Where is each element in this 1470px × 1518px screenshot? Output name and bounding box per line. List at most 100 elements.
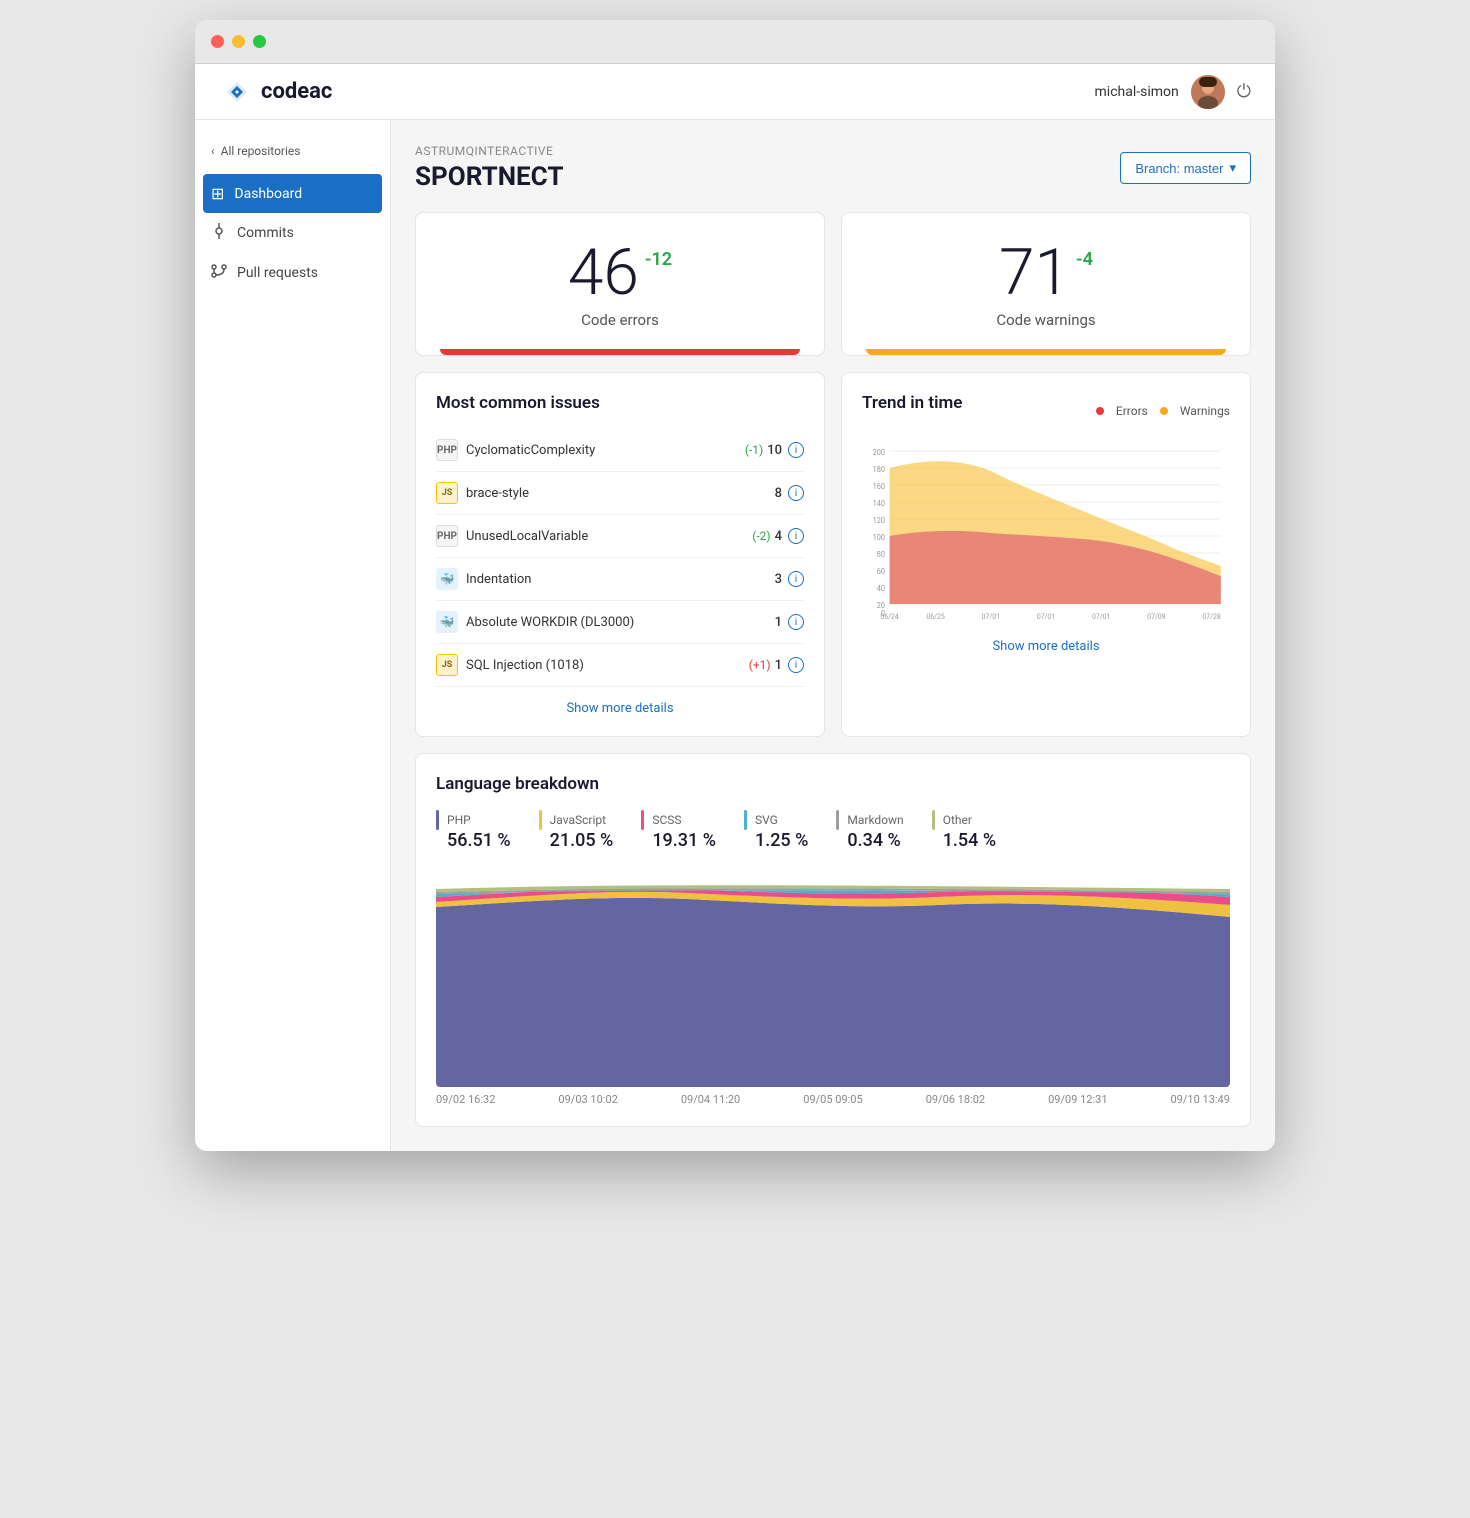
back-label: All repositories — [221, 144, 301, 158]
svg-text:80: 80 — [877, 550, 885, 559]
svg-color-indicator — [744, 810, 747, 830]
warnings-legend-dot — [1160, 407, 1168, 415]
trend-card: Trend in time Errors Warnings — [841, 372, 1251, 737]
username: michal-simon — [1095, 84, 1179, 100]
lang-pct-js: 21.05 % — [550, 830, 614, 851]
errors-number: 46 — [568, 241, 639, 305]
info-icon[interactable]: i — [788, 485, 804, 501]
issue-count: 8 — [775, 486, 782, 501]
issue-delta-pos: (+1) — [749, 658, 771, 672]
svg-text:07/01: 07/01 — [1092, 612, 1110, 621]
repo-info: ASTRUMQINTERACTIVE SPORTNECT — [415, 144, 563, 192]
issue-name: brace-style — [466, 486, 775, 501]
sidebar-item-label-dashboard: Dashboard — [234, 186, 302, 202]
svg-text:07/01: 07/01 — [1037, 612, 1055, 621]
power-button[interactable]: ⏻ — [1237, 81, 1251, 102]
issue-delta: (-2) — [752, 529, 770, 543]
back-link[interactable]: ‹ All repositories — [195, 136, 390, 166]
info-icon[interactable]: i — [788, 528, 804, 544]
main-content: ASTRUMQINTERACTIVE SPORTNECT Branch: mas… — [391, 120, 1275, 1151]
svg-text:180: 180 — [873, 465, 885, 474]
lang-pct-md: 0.34 % — [847, 830, 903, 851]
lang-label-scss: SCSS — [652, 813, 681, 827]
errors-bar — [440, 349, 800, 355]
info-icon[interactable]: i — [788, 614, 804, 630]
issue-delta: (-1) — [745, 443, 763, 457]
warnings-delta: -4 — [1076, 241, 1093, 270]
show-more-issues-link[interactable]: Show more details — [566, 701, 673, 716]
table-row: PHP CyclomaticComplexity (-1) 10 i — [436, 429, 804, 472]
time-label-3: 09/05 09:05 — [803, 1093, 862, 1106]
list-item: PHP 56.51 % — [436, 810, 511, 851]
traffic-lights — [211, 35, 266, 48]
table-row: 🐳 Indentation 3 i — [436, 558, 804, 601]
repo-name: SPORTNECT — [415, 162, 563, 192]
svg-text:200: 200 — [873, 448, 885, 457]
list-item: Other 1.54 % — [932, 810, 996, 851]
php-color-indicator — [436, 810, 439, 830]
show-more-trend: Show more details — [862, 635, 1230, 654]
sidebar-item-label-pull-requests: Pull requests — [237, 265, 318, 281]
issue-name: UnusedLocalVariable — [466, 529, 752, 544]
content-row: Most common issues PHP CyclomaticComplex… — [415, 372, 1251, 737]
lang-pct-php: 56.51 % — [447, 830, 511, 851]
sidebar-item-dashboard[interactable]: ⊞ Dashboard — [203, 174, 382, 213]
lang-name-svg: SVG — [744, 810, 808, 830]
issue-icon-js: JS — [436, 482, 458, 504]
issue-icon-php: PHP — [436, 439, 458, 461]
scss-color-indicator — [641, 810, 644, 830]
sidebar: ‹ All repositories ⊞ Dashboard Commits — [195, 120, 391, 1151]
errors-label: Code errors — [440, 311, 800, 349]
trend-chart: 200 180 160 140 120 100 80 60 40 20 0 — [862, 441, 1230, 621]
time-label-6: 09/10 13:49 — [1171, 1093, 1230, 1106]
app-body: ‹ All repositories ⊞ Dashboard Commits — [195, 120, 1275, 1151]
table-row: JS brace-style 8 i — [436, 472, 804, 515]
svg-text:100: 100 — [873, 533, 885, 542]
maximize-button[interactable] — [253, 35, 266, 48]
logo-text: codeac — [261, 79, 332, 104]
errors-delta: -12 — [645, 241, 672, 270]
info-icon[interactable]: i — [788, 657, 804, 673]
minimize-button[interactable] — [232, 35, 245, 48]
warnings-value-row: 71 -4 — [866, 241, 1226, 305]
info-icon[interactable]: i — [788, 442, 804, 458]
info-icon[interactable]: i — [788, 571, 804, 587]
app-window: codeac michal-simon ⏻ ‹ All repositories — [195, 20, 1275, 1151]
table-row: 🐳 Absolute WORKDIR (DL3000) 1 i — [436, 601, 804, 644]
issue-icon-js: JS — [436, 654, 458, 676]
warnings-legend-label: Warnings — [1180, 404, 1230, 418]
pull-requests-icon — [211, 263, 227, 283]
errors-legend-dot — [1096, 407, 1104, 415]
lang-label-md: Markdown — [847, 813, 903, 827]
commits-icon — [211, 223, 227, 243]
show-more-trend-link[interactable]: Show more details — [992, 639, 1099, 654]
show-more-issues: Show more details — [436, 697, 804, 716]
errors-value-row: 46 -12 — [440, 241, 800, 305]
issue-icon-php: PHP — [436, 525, 458, 547]
language-title: Language breakdown — [436, 774, 1230, 794]
sidebar-item-pull-requests[interactable]: Pull requests — [195, 253, 390, 293]
sidebar-item-label-commits: Commits — [237, 225, 294, 241]
time-label-1: 09/03 10:02 — [558, 1093, 617, 1106]
lang-name-scss: SCSS — [641, 810, 716, 830]
issues-card: Most common issues PHP CyclomaticComplex… — [415, 372, 825, 737]
branch-button[interactable]: Branch: master ▾ — [1120, 152, 1251, 184]
branch-label: Branch: master — [1135, 161, 1223, 176]
header-right: michal-simon ⏻ — [1095, 75, 1251, 109]
lang-name-other: Other — [932, 810, 996, 830]
svg-text:120: 120 — [873, 516, 885, 525]
legend: Errors Warnings — [1096, 404, 1230, 418]
lang-label-php: PHP — [447, 813, 471, 827]
sidebar-item-commits[interactable]: Commits — [195, 213, 390, 253]
issue-name: SQL Injection (1018) — [466, 658, 749, 673]
other-color-indicator — [932, 810, 935, 830]
time-labels: 09/02 16:32 09/03 10:02 09/04 11:20 09/0… — [436, 1093, 1230, 1106]
warnings-label: Code warnings — [866, 311, 1226, 349]
svg-text:07/28: 07/28 — [1202, 612, 1220, 621]
lang-pct-svg: 1.25 % — [755, 830, 808, 851]
logo[interactable]: codeac — [219, 74, 332, 110]
svg-text:06/25: 06/25 — [926, 612, 944, 621]
close-button[interactable] — [211, 35, 224, 48]
language-card: Language breakdown PHP 56.51 % JavaScrip… — [415, 753, 1251, 1127]
svg-text:40: 40 — [877, 584, 885, 593]
